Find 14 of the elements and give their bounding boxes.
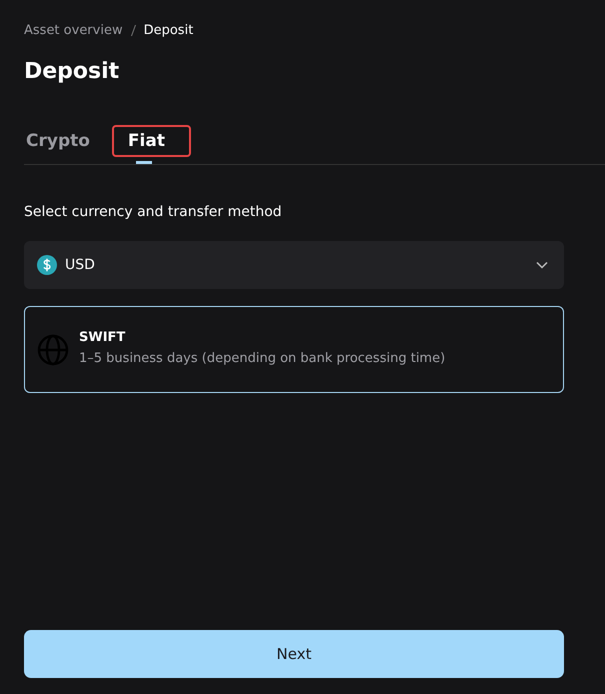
method-description: 1–5 business days (depending on bank processing time): [79, 350, 446, 366]
currency-dropdown[interactable]: USD: [24, 241, 564, 289]
transfer-method-card[interactable]: SWIFT 1–5 business days (depending on bank processing time): [24, 306, 564, 393]
page-title: Deposit: [24, 58, 120, 86]
currency-value: USD: [65, 257, 95, 273]
method-name: SWIFT: [79, 330, 126, 344]
tab[interactable]: Crypto: [24, 125, 106, 157]
next-button[interactable]: Next: [24, 630, 564, 678]
tab-indicator: [136, 161, 152, 164]
breadcrumb-link[interactable]: Asset overview: [24, 22, 123, 38]
dollar-coin-icon: [37, 255, 57, 275]
section-label: Select currency and transfer method: [24, 203, 283, 221]
breadcrumb-current: Deposit: [144, 22, 194, 38]
chevron-down-icon: [536, 261, 548, 269]
